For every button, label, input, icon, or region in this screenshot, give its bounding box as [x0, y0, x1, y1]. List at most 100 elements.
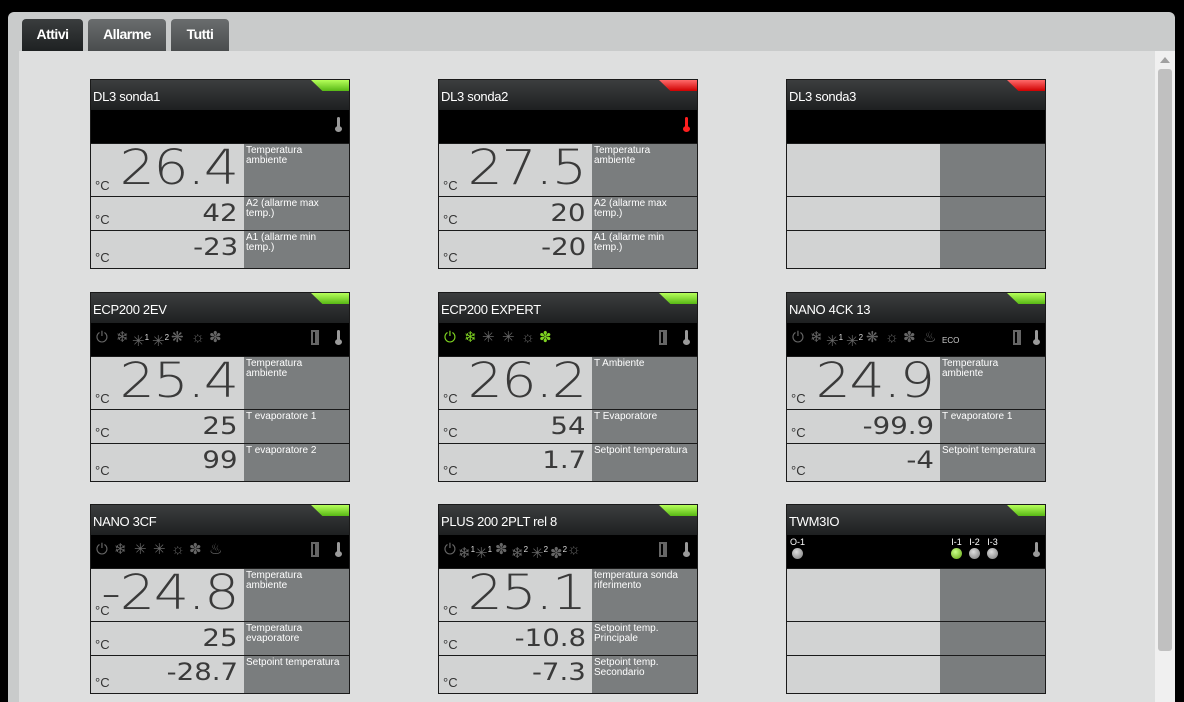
value-cell: °C 42	[91, 197, 244, 230]
status-led-icon	[659, 293, 697, 304]
unit-label: °C	[791, 425, 806, 440]
label-cell: Setpoint temp. Principale	[592, 622, 697, 655]
reading-row: °C -28.7 Setpoint temperatura	[91, 656, 349, 693]
value-cell	[787, 144, 940, 196]
device-title: ECP200 2EV	[93, 302, 167, 317]
power-icon: ⏻	[444, 329, 456, 346]
unit-label: °C	[443, 178, 458, 193]
value-cell: °C 25	[91, 410, 244, 443]
reading-row: °C 1.7 Setpoint temperatura	[439, 444, 697, 481]
label-cell: Temperatura ambiente	[244, 144, 349, 196]
evaporator-icon: ✳	[502, 329, 515, 346]
power-icon: ⏻	[96, 541, 108, 558]
reading-row: °C -10.8 Setpoint temp. Principale	[439, 622, 697, 655]
label-cell: T Evaporatore	[592, 410, 697, 443]
value-cell: °C 26.2	[439, 353, 592, 409]
main-panel: Attivi Allarme Tutti DL3 sonda1 °C 26.4 …	[8, 12, 1175, 702]
card-header: NANO 3CF	[91, 505, 349, 535]
device-card[interactable]: DL3 sonda2 °C 27.5 Temperatura ambiente …	[438, 79, 698, 269]
unit-label: °C	[791, 391, 806, 406]
reading-row: °C 20 A2 (allarme max temp.)	[439, 197, 697, 230]
reading-label: A1 (allarme min temp.)	[594, 232, 665, 253]
reading-row: °C 24.9 Temperatura ambiente	[787, 353, 1045, 409]
reading-row: °C 26.2 T Ambiente	[439, 353, 697, 409]
heater-icon: ♨	[923, 329, 937, 346]
device-card[interactable]: DL3 sonda1 °C 26.4 Temperatura ambiente …	[90, 79, 350, 269]
label-cell: Temperatura ambiente	[244, 569, 349, 621]
value-cell: °C -24.8	[91, 565, 244, 621]
device-title: TWM3IO	[789, 514, 840, 529]
evaporator-2-icon: ✳2	[531, 545, 549, 562]
card-header: DL3 sonda1	[91, 80, 349, 110]
door-icon	[311, 542, 319, 557]
light-icon: ☼	[885, 329, 899, 346]
defrost-icon: ❋	[866, 329, 879, 346]
tab-attivi[interactable]: Attivi	[22, 19, 83, 51]
status-led-icon	[311, 505, 349, 516]
scroll-thumb[interactable]	[1158, 69, 1172, 651]
value-cell: °C -10.8	[439, 622, 592, 655]
defrost-icon: ✳	[153, 541, 166, 558]
reading-row: °C 26.4 Temperatura ambiente	[91, 140, 349, 196]
card-header: ECP200 EXPERT	[439, 293, 697, 323]
reading-row: °C 25.4 Temperatura ambiente	[91, 353, 349, 409]
reading-row	[787, 569, 1045, 621]
defrost-icon: ✳	[482, 329, 495, 346]
device-card[interactable]: TWM3IO O-1 I-1 I-2 I-3	[786, 504, 1046, 694]
value-cell	[787, 622, 940, 655]
heater-icon: ♨	[209, 541, 223, 558]
label-cell: Temperatura ambiente	[592, 144, 697, 196]
device-card[interactable]: ECP200 2EV ⏻ ❄ ✳1 ✳2 ❋ ☼ ✽ °C 25.4 Temperatura…	[90, 292, 350, 482]
unit-label: °C	[95, 463, 110, 478]
defrost-icon: ❄	[116, 329, 129, 346]
vertical-scrollbar[interactable]	[1155, 51, 1175, 702]
device-card[interactable]: NANO 3CF ⏻ ❄ ✳ ✳ ☼ ✽ ♨ °C -24.8 Temperatura am…	[90, 504, 350, 694]
card-header: PLUS 200 2PLT rel 8	[439, 505, 697, 535]
io-i-2: I-2	[969, 537, 980, 559]
probe-icon	[683, 542, 690, 557]
reading-value: -7.3	[532, 658, 586, 686]
reading-value: 54	[550, 412, 586, 440]
reading-row	[787, 656, 1045, 693]
evaporator-icon: ✳	[134, 541, 147, 558]
unit-label: °C	[95, 178, 110, 193]
probe-icon	[683, 330, 690, 345]
io-indicator-icon	[792, 548, 803, 559]
device-card[interactable]: PLUS 200 2PLT rel 8 ⏻ ❄1 ✳1 ✽ ❄2 ✳2 ✽2 ☼ °C 25.…	[438, 504, 698, 694]
card-header: TWM3IO	[787, 505, 1045, 535]
power-icon: ⏻	[96, 329, 108, 346]
status-icon-bar	[787, 110, 1045, 143]
io-indicator-icon	[987, 548, 998, 559]
light-icon: ☼	[521, 329, 535, 346]
device-card[interactable]: ECP200 EXPERT ⏻ ❄ ✳ ✳ ☼ ✽ °C 26.2 T Ambiente …	[438, 292, 698, 482]
unit-label: °C	[443, 463, 458, 478]
unit-label: °C	[95, 425, 110, 440]
unit-label: °C	[443, 250, 458, 265]
device-card[interactable]: DL3 sonda3	[786, 79, 1046, 269]
io-i-3: I-3	[987, 537, 998, 559]
reading-label: A2 (allarme max temp.)	[594, 198, 667, 219]
label-cell: T evaporatore 1	[940, 410, 1045, 443]
reading-label: Setpoint temp. Principale	[594, 623, 659, 644]
tab-allarme[interactable]: Allarme	[88, 19, 166, 51]
reading-value: 24.9	[815, 353, 935, 409]
power-icon: ⏻	[444, 541, 456, 558]
unit-label: °C	[95, 637, 110, 652]
compressor-icon: ❄	[114, 541, 127, 558]
status-led-icon	[659, 505, 697, 516]
reading-label: T evaporatore 1	[942, 411, 1013, 422]
compressor-icon: ❄	[464, 329, 477, 346]
device-card[interactable]: NANO 4CK 13 ⏻ ❄ ✳1 ✳2 ❋ ☼ ✽ ♨ ECO °C 24.9 Temper…	[786, 292, 1046, 482]
reading-label: Temperatura ambiente	[246, 358, 303, 379]
probe-icon	[1033, 330, 1040, 345]
evaporator-2-icon: ✳2	[152, 333, 170, 350]
reading-value: -28.7	[166, 658, 238, 686]
reading-row: °C 42 A2 (allarme max temp.)	[91, 197, 349, 230]
value-cell: °C 99	[91, 444, 244, 481]
label-cell: Temperatura ambiente	[244, 357, 349, 409]
scroll-up-arrow-icon[interactable]	[1160, 57, 1170, 63]
reading-value: 26.4	[119, 140, 239, 196]
tab-tutti[interactable]: Tutti	[171, 19, 229, 51]
evaporator-1-icon: ✳1	[826, 333, 844, 350]
reading-label: Temperatura ambiente	[594, 145, 651, 166]
